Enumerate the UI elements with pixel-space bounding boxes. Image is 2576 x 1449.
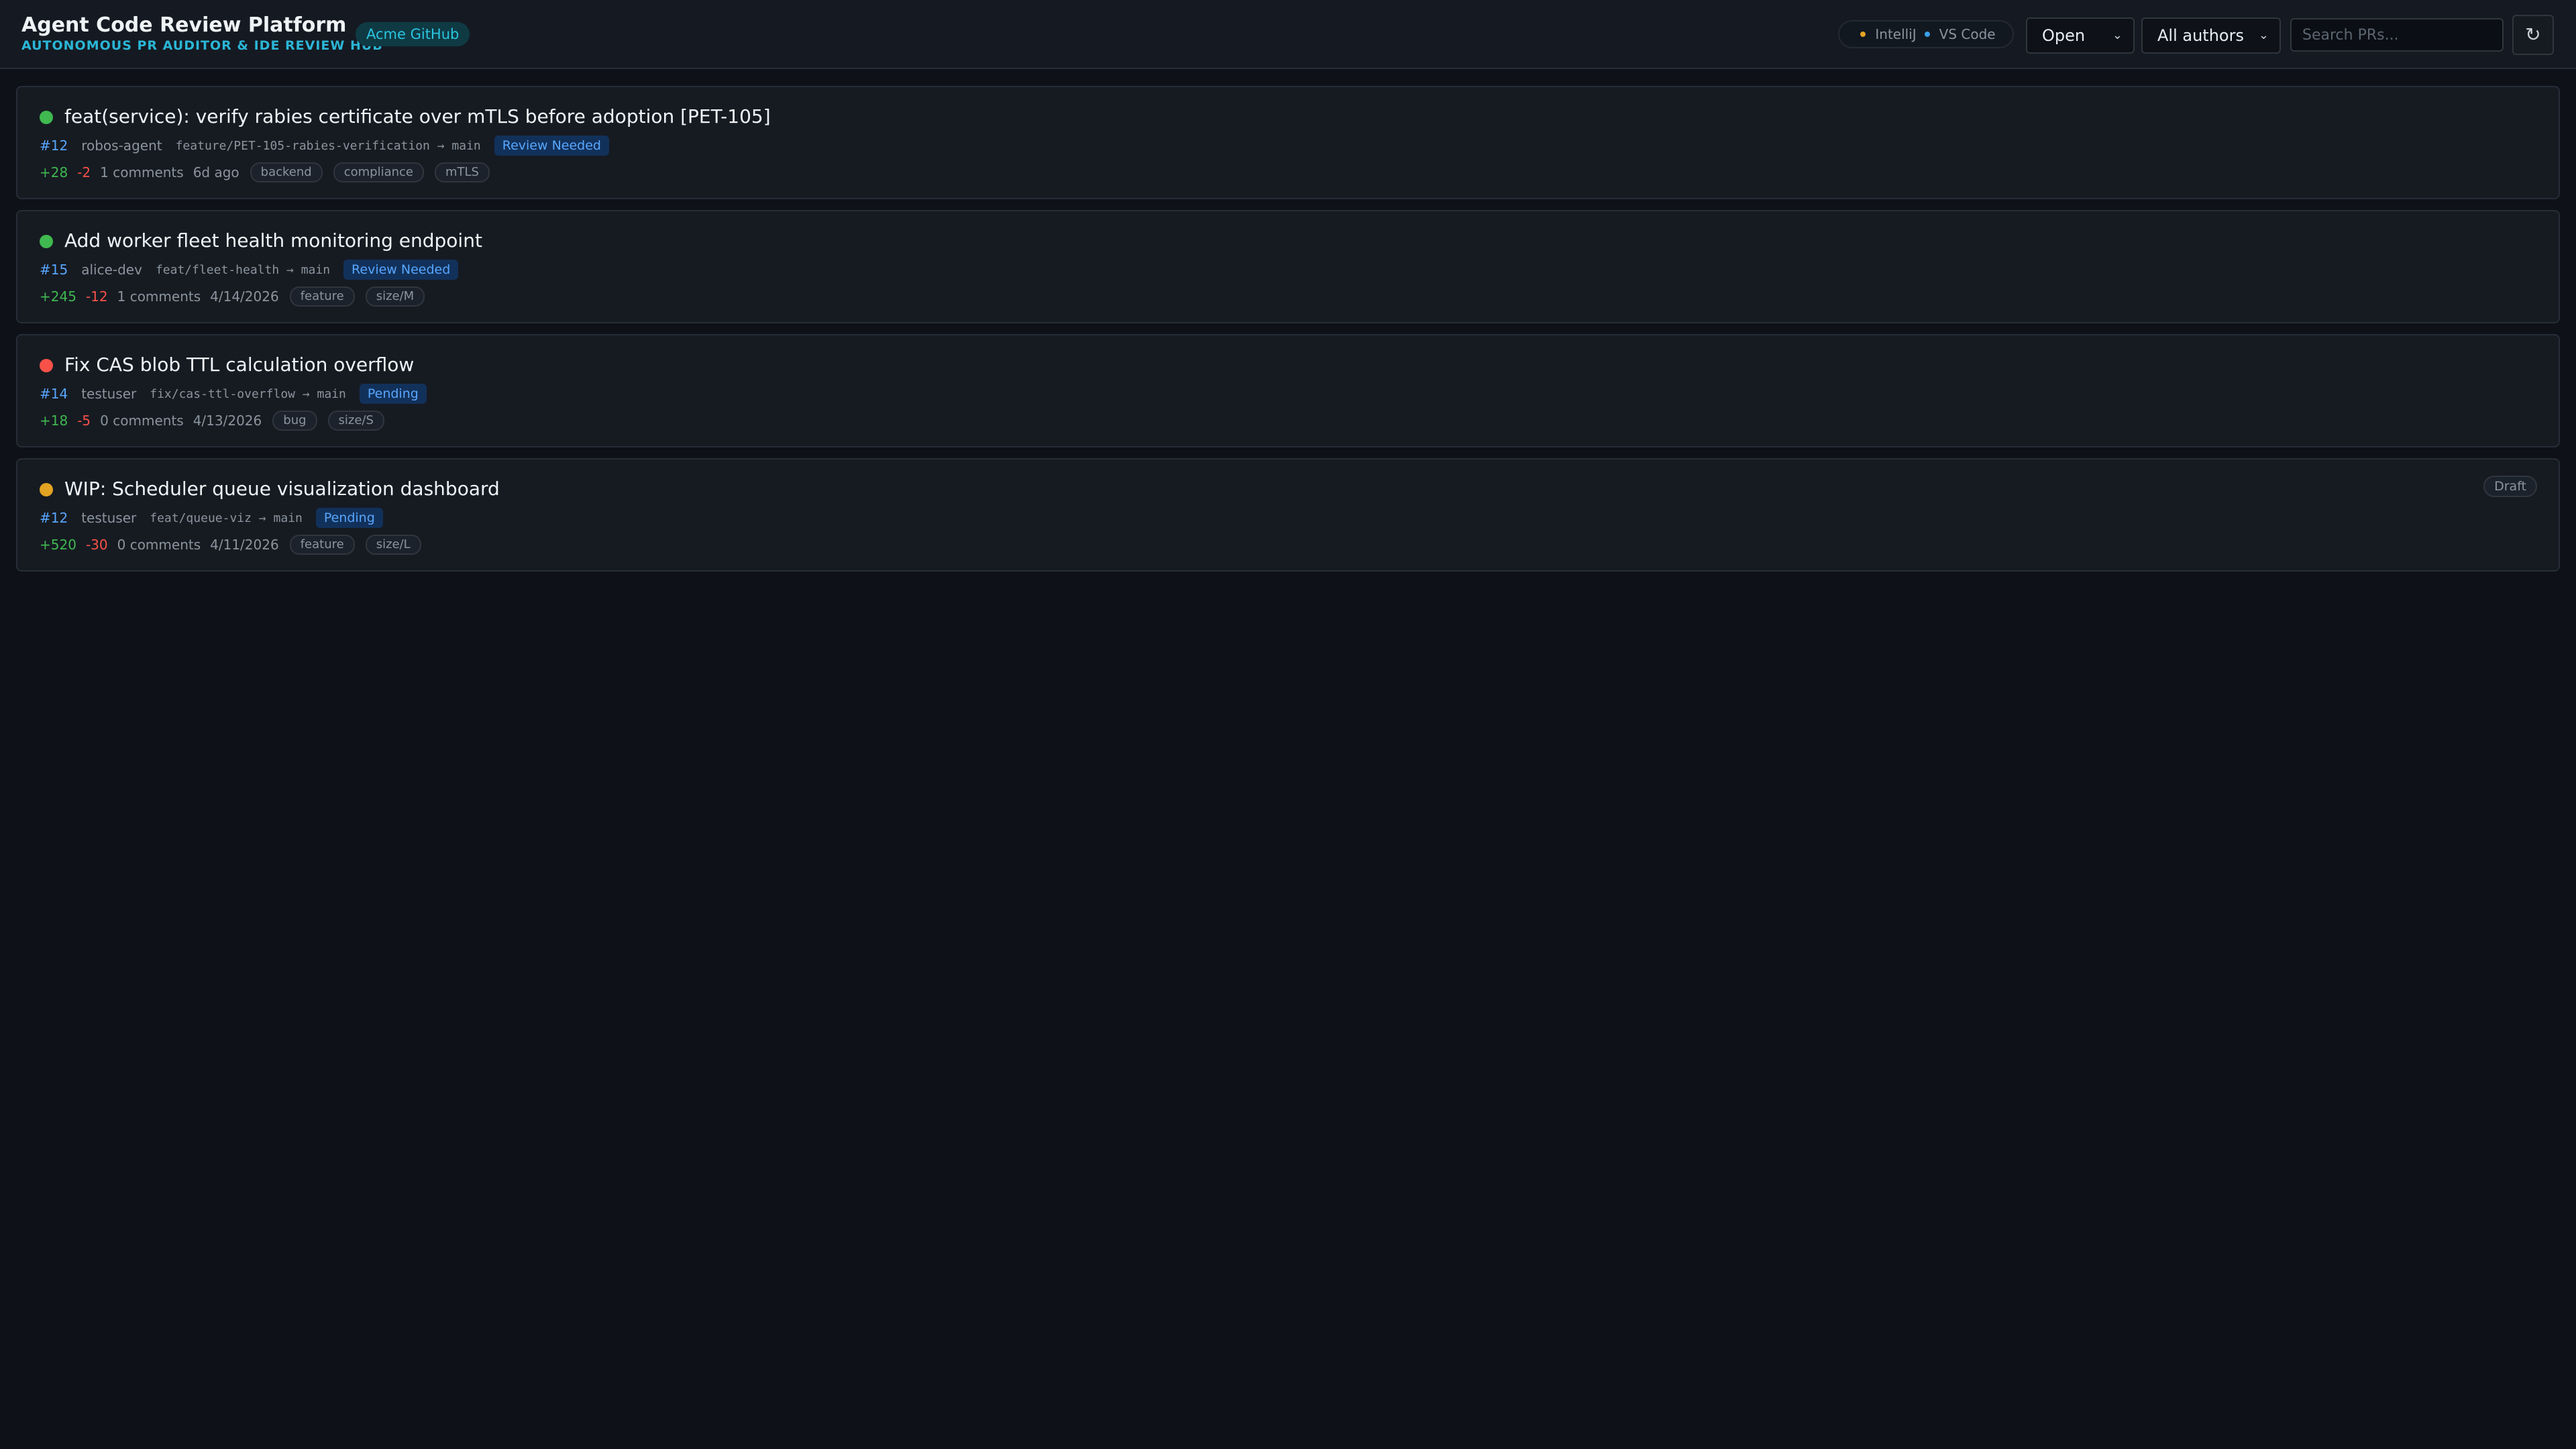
chevron-down-icon: ⌄ xyxy=(2258,28,2269,42)
pr-number[interactable]: #15 xyxy=(40,262,68,278)
pr-card[interactable]: Fix CAS blob TTL calculation overflow #1… xyxy=(16,334,2560,447)
pr-additions: +520 xyxy=(40,537,76,553)
review-status-badge: Review Needed xyxy=(343,260,459,280)
pr-label[interactable]: size/M xyxy=(365,286,425,307)
pr-comments: 1 comments xyxy=(117,288,201,305)
review-status-badge: Pending xyxy=(315,508,383,528)
pr-author: testuser xyxy=(81,510,137,526)
pr-branch: feat/queue-viz → main xyxy=(150,511,303,525)
pr-meta: #14 testuser fix/cas-ttl-overflow → main… xyxy=(40,383,427,405)
brand: Agent Code Review Platform AUTONOMOUS PR… xyxy=(21,13,383,54)
state-filter-select[interactable]: Open ⌄ xyxy=(2026,17,2135,54)
state-filter-value: Open xyxy=(2042,26,2086,45)
pr-author: robos-agent xyxy=(81,138,162,154)
pr-additions: +28 xyxy=(40,164,68,180)
pr-title[interactable]: Add worker fleet health monitoring endpo… xyxy=(64,226,482,256)
pr-title[interactable]: Fix CAS blob TTL calculation overflow xyxy=(64,350,414,380)
pr-labels: backend compliance mTLS xyxy=(250,162,490,182)
pr-deletions: -5 xyxy=(77,413,91,429)
pr-branch: feat/fleet-health → main xyxy=(155,262,331,277)
vscode-status-dot xyxy=(1924,32,1930,37)
pr-status-dot xyxy=(40,359,53,372)
pr-additions: +18 xyxy=(40,413,68,429)
chevron-down-icon: ⌄ xyxy=(2112,28,2123,42)
pr-card[interactable]: feat(service): verify rabies certificate… xyxy=(16,86,2560,199)
draft-badge: Draft xyxy=(2483,476,2537,497)
author-filter-select[interactable]: All authors ⌄ xyxy=(2141,17,2281,54)
refresh-button[interactable]: ↻ xyxy=(2512,15,2554,55)
pr-label[interactable]: size/L xyxy=(365,535,421,555)
pr-date: 4/11/2026 xyxy=(210,537,279,553)
pr-comments: 0 comments xyxy=(117,537,201,553)
pr-comments: 1 comments xyxy=(100,164,184,180)
pr-card[interactable]: WIP: Scheduler queue visualization dashb… xyxy=(16,458,2560,572)
org-badge[interactable]: Acme GitHub xyxy=(356,22,470,46)
pr-title[interactable]: WIP: Scheduler queue visualization dashb… xyxy=(64,474,500,504)
pr-meta: #15 alice-dev feat/fleet-health → main R… xyxy=(40,259,459,280)
pr-status-dot xyxy=(40,111,53,124)
pr-labels: feature size/L xyxy=(289,535,421,555)
vscode-link[interactable]: VS Code xyxy=(1939,26,1996,42)
refresh-icon: ↻ xyxy=(2525,23,2541,46)
pr-author: testuser xyxy=(81,386,137,402)
pr-deletions: -12 xyxy=(85,288,108,305)
app-subtitle: AUTONOMOUS PR AUDITOR & IDE REVIEW HUB xyxy=(21,38,383,53)
search-input[interactable] xyxy=(2290,18,2504,52)
pr-status-dot xyxy=(40,483,53,496)
review-status-badge: Review Needed xyxy=(494,136,609,156)
pr-number[interactable]: #12 xyxy=(40,138,68,154)
pr-deletions: -30 xyxy=(85,537,108,553)
pr-comments: 0 comments xyxy=(100,413,184,429)
pr-meta: #12 robos-agent feature/PET-105-rabies-v… xyxy=(40,135,609,156)
pr-stats: +245 -12 1 comments 4/14/2026 feature siz… xyxy=(40,286,425,307)
pr-label[interactable]: size/S xyxy=(327,411,384,431)
pr-branch: fix/cas-ttl-overflow → main xyxy=(150,386,346,401)
pr-branch: feature/PET-105-rabies-verification → ma… xyxy=(175,138,481,153)
pr-number[interactable]: #12 xyxy=(40,510,68,526)
author-filter-value: All authors xyxy=(2157,26,2244,45)
pr-date: 4/14/2026 xyxy=(210,288,279,305)
pr-date: 6d ago xyxy=(193,164,239,180)
pr-labels: bug size/S xyxy=(272,411,384,431)
pr-meta: #12 testuser feat/queue-viz → main Pendi… xyxy=(40,507,383,529)
pr-number[interactable]: #14 xyxy=(40,386,68,402)
pr-label[interactable]: backend xyxy=(250,162,323,182)
app-header: Agent Code Review Platform AUTONOMOUS PR… xyxy=(0,0,2576,69)
pr-stats: +28 -2 1 comments 6d ago backend complian… xyxy=(40,162,490,182)
pr-date: 4/13/2026 xyxy=(193,413,262,429)
app-title: Agent Code Review Platform xyxy=(21,13,347,37)
pr-status-dot xyxy=(40,235,53,248)
pr-deletions: -2 xyxy=(77,164,91,180)
pr-labels: feature size/M xyxy=(289,286,425,307)
pr-author: alice-dev xyxy=(81,262,142,278)
pr-label[interactable]: feature xyxy=(289,286,355,307)
intellij-status-dot xyxy=(1860,32,1866,37)
pr-label[interactable]: mTLS xyxy=(435,162,490,182)
ide-links: IntelliJ VS Code xyxy=(1838,20,2014,48)
pr-label[interactable]: compliance xyxy=(333,162,424,182)
pr-stats: +18 -5 0 comments 4/13/2026 bug size/S xyxy=(40,411,384,431)
pr-stats: +520 -30 0 comments 4/11/2026 feature siz… xyxy=(40,535,421,555)
pr-card[interactable]: Add worker fleet health monitoring endpo… xyxy=(16,210,2560,323)
intellij-link[interactable]: IntelliJ xyxy=(1875,26,1916,42)
pr-label[interactable]: bug xyxy=(272,411,317,431)
pr-additions: +245 xyxy=(40,288,76,305)
pr-label[interactable]: feature xyxy=(289,535,355,555)
pr-title[interactable]: feat(service): verify rabies certificate… xyxy=(64,102,771,131)
review-status-badge: Pending xyxy=(359,384,427,404)
pr-list: feat(service): verify rabies certificate… xyxy=(16,86,2560,582)
